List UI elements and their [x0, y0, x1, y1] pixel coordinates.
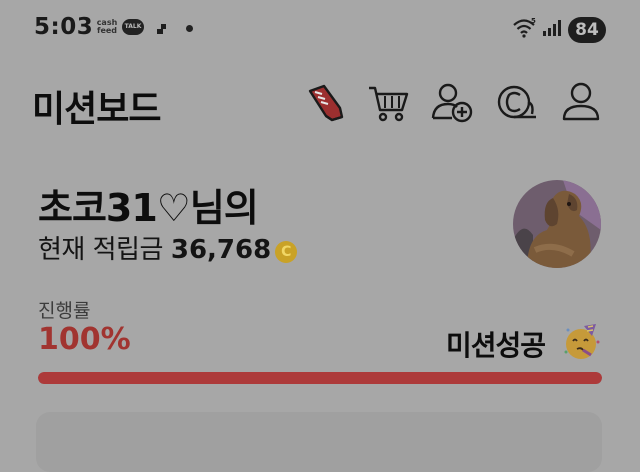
status-time: 5:03 — [34, 14, 94, 40]
mission-card[interactable] — [36, 412, 602, 472]
signal-icon — [543, 20, 561, 36]
notification-dot — [186, 25, 193, 32]
progress-bar-fill — [38, 372, 602, 384]
page-title: 미션보드 — [32, 89, 161, 130]
mission-status: 미션성공 — [446, 329, 546, 362]
profile-icon[interactable] — [558, 80, 604, 126]
points-label: 현재 적립금 — [38, 235, 163, 265]
points-value: 36,768 — [170, 235, 272, 265]
coin-history-icon[interactable] — [494, 80, 540, 126]
svg-text:5: 5 — [531, 17, 536, 25]
coin-icon: C — [275, 241, 298, 263]
progress-percent: 100% — [38, 322, 131, 357]
stairs-icon — [152, 24, 166, 34]
cashfeed-icon: cash feed — [96, 18, 118, 35]
status-bar: 5:03 cash feed TALK 5 84 — [0, 0, 640, 62]
sneaker-icon[interactable] — [302, 80, 348, 126]
kakaotalk-icon: TALK — [122, 19, 144, 35]
add-friend-icon[interactable] — [430, 80, 476, 126]
shopping-cart-icon[interactable] — [366, 80, 412, 126]
points-row: 현재 적립금 36,768 C — [38, 229, 298, 266]
user-nickname: 초코31♡님의 — [38, 186, 259, 230]
battery-icon: 84 — [568, 17, 606, 43]
party-face-icon — [562, 322, 602, 362]
progress-label: 진행률 — [38, 300, 91, 322]
progress-bar — [38, 372, 602, 384]
avatar[interactable] — [513, 180, 601, 268]
wifi-5g-icon: 5 — [513, 17, 536, 38]
